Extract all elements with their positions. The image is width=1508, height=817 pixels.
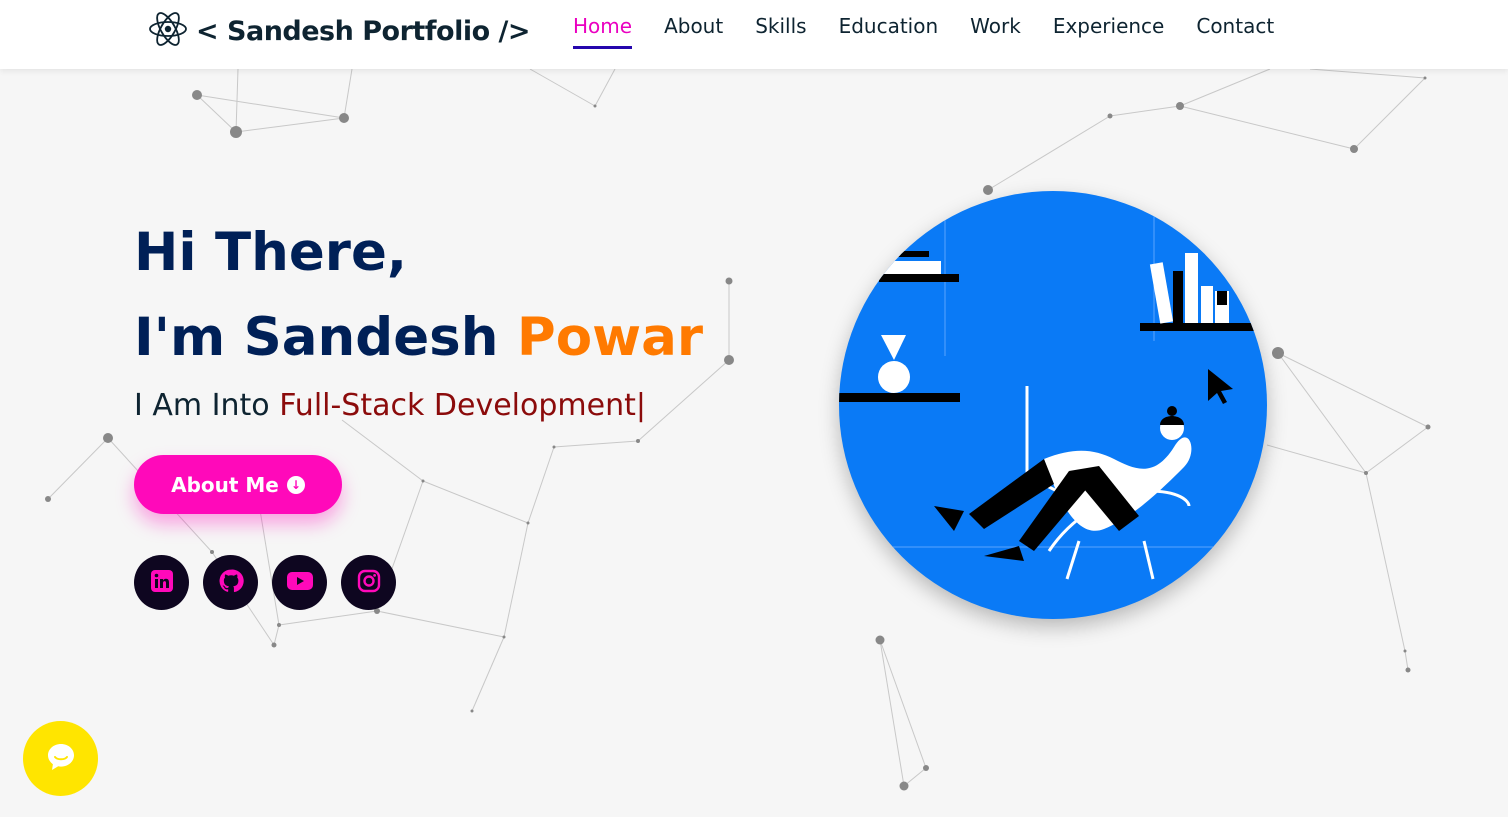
main-nav: Home About Skills Education Work Experie… xyxy=(573,14,1274,49)
hero-name-line: I'm Sandesh Powar xyxy=(134,295,703,380)
nav-link-work[interactable]: Work xyxy=(970,14,1021,44)
typing-cursor: | xyxy=(635,388,646,423)
hero-subtitle: I Am Into Full-Stack Development| xyxy=(134,388,646,423)
hero-name-accent: Powar xyxy=(516,307,704,368)
nav-link-home[interactable]: Home xyxy=(573,14,633,49)
instagram-icon xyxy=(357,569,381,597)
linkedin-link[interactable] xyxy=(134,555,189,610)
nav-link-education[interactable]: Education xyxy=(839,14,939,44)
typed-role: Full-Stack Development xyxy=(279,388,636,423)
chat-bubble-icon xyxy=(44,740,78,778)
instagram-link[interactable] xyxy=(341,555,396,610)
social-links xyxy=(134,555,396,610)
site-logo[interactable]: < Sandesh Portfolio /> xyxy=(148,8,531,54)
chat-widget-button[interactable] xyxy=(23,721,98,796)
hero-intro: I'm Sandesh xyxy=(134,307,517,368)
person-reading-illustration xyxy=(839,191,1267,580)
hero-illustration xyxy=(839,191,1267,619)
hero-heading: Hi There, I'm Sandesh Powar xyxy=(134,210,703,380)
github-icon xyxy=(218,568,244,598)
linkedin-icon xyxy=(150,569,174,597)
youtube-icon xyxy=(286,570,314,596)
top-navbar: < Sandesh Portfolio /> Home About Skills… xyxy=(0,0,1508,69)
hero-greeting: Hi There, xyxy=(134,222,408,283)
about-me-label: About Me xyxy=(171,472,279,497)
youtube-link[interactable] xyxy=(272,555,327,610)
nav-link-skills[interactable]: Skills xyxy=(755,14,806,44)
react-atom-icon xyxy=(148,9,188,53)
nav-link-about[interactable]: About xyxy=(664,14,723,44)
arrow-down-circle-icon: ↓ xyxy=(286,475,305,494)
github-link[interactable] xyxy=(203,555,258,610)
logo-text: < Sandesh Portfolio /> xyxy=(196,15,531,47)
nav-link-contact[interactable]: Contact xyxy=(1196,14,1274,44)
subtitle-prefix: I Am Into xyxy=(134,388,280,423)
about-me-button[interactable]: About Me ↓ xyxy=(134,455,342,514)
nav-link-experience[interactable]: Experience xyxy=(1053,14,1165,44)
